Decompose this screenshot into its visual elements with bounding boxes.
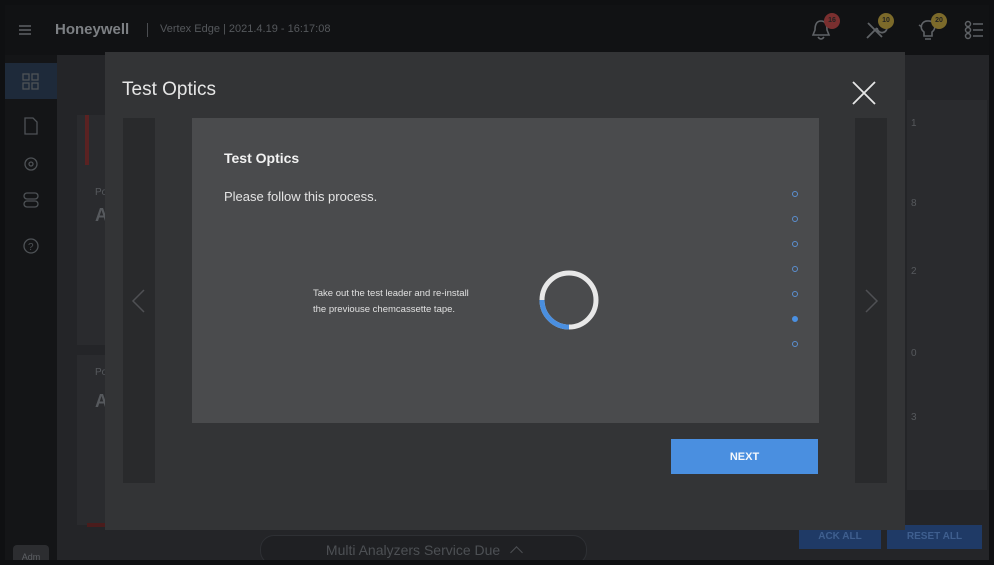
header-divider xyxy=(147,23,148,37)
status-number: 0 xyxy=(911,348,917,359)
dialog-title: Test Optics xyxy=(122,79,216,100)
step-dot xyxy=(792,216,798,222)
svg-text:?: ? xyxy=(28,242,34,253)
loading-spinner-icon xyxy=(539,270,599,330)
panel-title: Test Optics xyxy=(224,150,300,166)
bell-icon[interactable]: 16 xyxy=(808,13,840,47)
step-dot xyxy=(792,291,798,297)
help-icon[interactable]: ? xyxy=(22,237,40,255)
previous-step-button[interactable] xyxy=(123,118,155,483)
wrench-badge: 10 xyxy=(878,13,894,29)
close-icon[interactable] xyxy=(850,79,878,107)
wrench-icon[interactable]: 10 xyxy=(862,13,894,47)
toggle-icon[interactable] xyxy=(22,191,40,209)
bulb-icon[interactable]: 20 xyxy=(915,13,947,47)
hamburger-menu-icon[interactable] xyxy=(19,25,31,35)
next-button[interactable]: NEXT xyxy=(671,439,818,474)
step-dot xyxy=(792,191,798,197)
bulb-badge: 20 xyxy=(931,13,947,29)
step-dot xyxy=(792,316,798,322)
alarm-stripe xyxy=(85,115,89,165)
next-step-arrow[interactable] xyxy=(855,118,887,483)
chevron-right-icon xyxy=(865,289,879,313)
bell-badge: 16 xyxy=(824,13,840,29)
chevron-left-icon xyxy=(131,289,145,313)
grid-icon[interactable] xyxy=(22,73,40,91)
top-bar: Honeywell Vertex Edge | 2021.4.19 - 16:1… xyxy=(5,5,989,55)
service-status-pill[interactable]: Multi Analyzers Service Due xyxy=(260,535,587,560)
status-number: 8 xyxy=(911,198,917,209)
step-indicator xyxy=(790,191,800,366)
chevron-up-icon xyxy=(510,546,523,559)
test-optics-dialog: Test Optics Test Optics Please follow th… xyxy=(105,52,905,530)
panel-subtitle: Please follow this process. xyxy=(224,189,378,204)
status-number: 2 xyxy=(911,266,917,277)
step-dot xyxy=(792,241,798,247)
gear-icon[interactable] xyxy=(22,155,40,173)
step-dot xyxy=(792,266,798,272)
status-number: 1 xyxy=(911,118,917,129)
sidebar: ? Adm xyxy=(5,55,57,560)
app-frame: Honeywell Vertex Edge | 2021.4.19 - 16:1… xyxy=(5,5,989,560)
header-subtitle: Vertex Edge | 2021.4.19 - 16:17:08 xyxy=(160,23,331,35)
settings-list-icon[interactable] xyxy=(963,17,989,47)
document-icon[interactable] xyxy=(22,117,40,135)
service-status-text: Multi Analyzers Service Due xyxy=(325,542,501,558)
status-column: 1 8 2 0 3 xyxy=(907,100,987,490)
brand-logo: Honeywell xyxy=(55,21,130,38)
step-instruction: Take out the test leader and re-install … xyxy=(313,288,469,315)
status-number: 3 xyxy=(911,412,917,423)
step-panel: Test Optics Please follow this process. … xyxy=(192,118,819,423)
step-dot xyxy=(792,341,798,347)
user-avatar[interactable]: Adm xyxy=(13,545,49,560)
